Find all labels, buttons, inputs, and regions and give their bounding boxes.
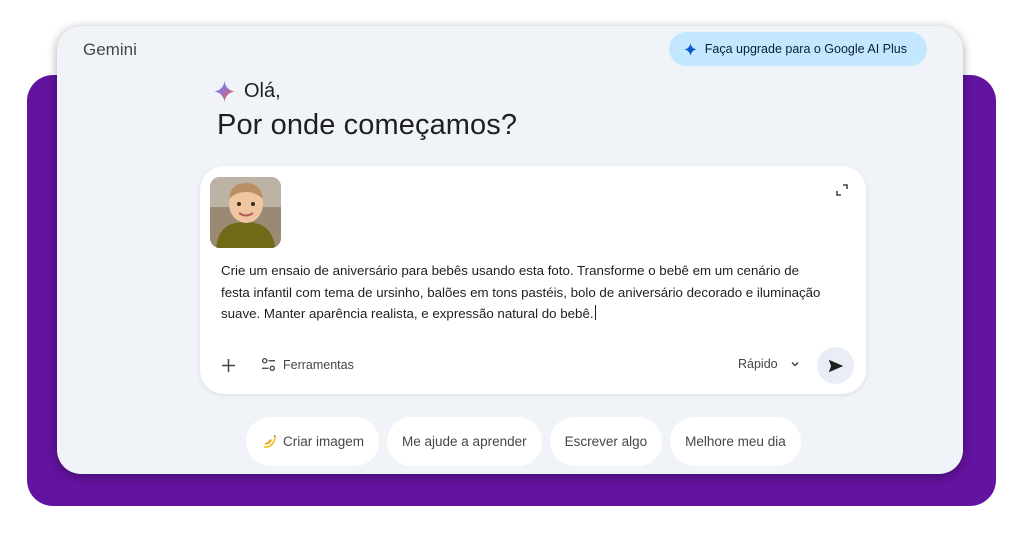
greeting: Olá, [214, 80, 281, 103]
gemini-window: Gemini Faça upgrade para o Google AI Plu… [57, 26, 963, 474]
app-title: Gemini [83, 40, 137, 59]
upgrade-label: Faça upgrade para o Google AI Plus [704, 42, 907, 56]
banana-icon [261, 434, 277, 450]
add-attachment-button[interactable] [218, 355, 238, 375]
page-title: Por onde começamos? [217, 109, 518, 141]
chip-me-ajude-a-aprender[interactable]: Me ajude a aprender [387, 417, 542, 466]
prompt-card: Crie um ensaio de aniversário para bebês… [200, 166, 866, 394]
chip-escrever-algo[interactable]: Escrever algo [549, 417, 663, 466]
greeting-hello: Olá, [244, 80, 281, 102]
chip-label: Me ajude a aprender [402, 434, 527, 449]
plus-icon [221, 358, 236, 373]
chip-label: Melhore meu dia [685, 434, 786, 449]
prompt-input[interactable]: Crie um ensaio de aniversário para bebês… [221, 260, 821, 325]
gemini-sparkle-icon [214, 81, 235, 102]
chevron-down-icon [789, 358, 801, 370]
chip-label: Criar imagem [283, 434, 365, 449]
model-mode-dropdown[interactable]: Rápido [738, 357, 801, 371]
upgrade-button[interactable]: Faça upgrade para o Google AI Plus [668, 32, 927, 66]
mode-label: Rápido [738, 357, 778, 371]
chip-label: Escrever algo [564, 434, 648, 449]
text-caret [594, 305, 596, 320]
tools-label: Ferramentas [283, 357, 354, 372]
tools-button[interactable]: Ferramentas [260, 356, 354, 373]
sparkle-icon [683, 42, 697, 56]
send-button[interactable] [817, 347, 854, 384]
suggestion-chips: Criar imagem Me ajude a aprender Escreve… [246, 417, 801, 466]
tools-icon [260, 356, 277, 373]
prompt-text: Crie um ensaio de aniversário para bebês… [221, 263, 821, 321]
expand-icon[interactable] [836, 184, 848, 196]
chip-melhore-meu-dia[interactable]: Melhore meu dia [670, 417, 801, 466]
chip-criar-imagem[interactable]: Criar imagem [246, 417, 380, 466]
send-icon [827, 357, 845, 375]
baby-photo-thumbnail[interactable] [210, 177, 281, 248]
